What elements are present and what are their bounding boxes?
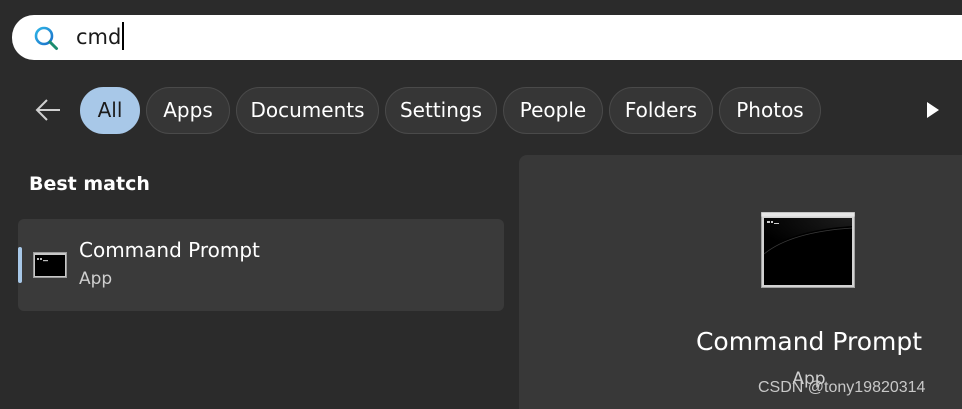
filter-chip-people[interactable]: People xyxy=(503,87,603,134)
filter-chip-folders[interactable]: Folders xyxy=(609,87,713,134)
filter-chip-apps[interactable]: Apps xyxy=(146,87,230,134)
filter-chip-settings[interactable]: Settings xyxy=(385,87,497,134)
search-input[interactable]: cmd xyxy=(76,22,125,52)
result-subtitle: App xyxy=(79,269,113,289)
filter-chip-documents[interactable]: Documents xyxy=(236,87,379,134)
result-title: Command Prompt xyxy=(79,238,260,262)
filter-chip-label: Apps xyxy=(163,98,213,122)
filter-chip-label: People xyxy=(519,98,587,122)
detail-title: Command Prompt xyxy=(695,327,923,356)
filter-chip-label: Folders xyxy=(624,98,698,122)
watermark: CSDN @tony19820314 xyxy=(758,379,926,396)
filter-chip-label: All xyxy=(97,98,123,122)
filter-chip-label: Photos xyxy=(736,98,804,122)
detail-pane: Command Prompt App xyxy=(519,155,962,409)
command-prompt-icon xyxy=(761,212,855,288)
search-icon xyxy=(33,25,59,51)
filter-chip-photos[interactable]: Photos xyxy=(719,87,821,134)
selection-indicator xyxy=(18,247,22,283)
filter-chip-label: Settings xyxy=(399,98,483,122)
text-caret xyxy=(122,22,125,50)
best-match-result[interactable]: Command Prompt App xyxy=(18,219,504,311)
search-bar[interactable]: cmd xyxy=(12,15,962,60)
best-match-heading: Best match xyxy=(29,173,150,195)
back-arrow-icon[interactable] xyxy=(34,96,62,124)
filter-chip-label: Documents xyxy=(250,98,365,122)
search-query: cmd xyxy=(76,25,122,49)
filter-chip-all[interactable]: All xyxy=(80,87,140,134)
more-filters-arrow-icon[interactable] xyxy=(924,101,940,119)
command-prompt-icon xyxy=(33,252,67,278)
